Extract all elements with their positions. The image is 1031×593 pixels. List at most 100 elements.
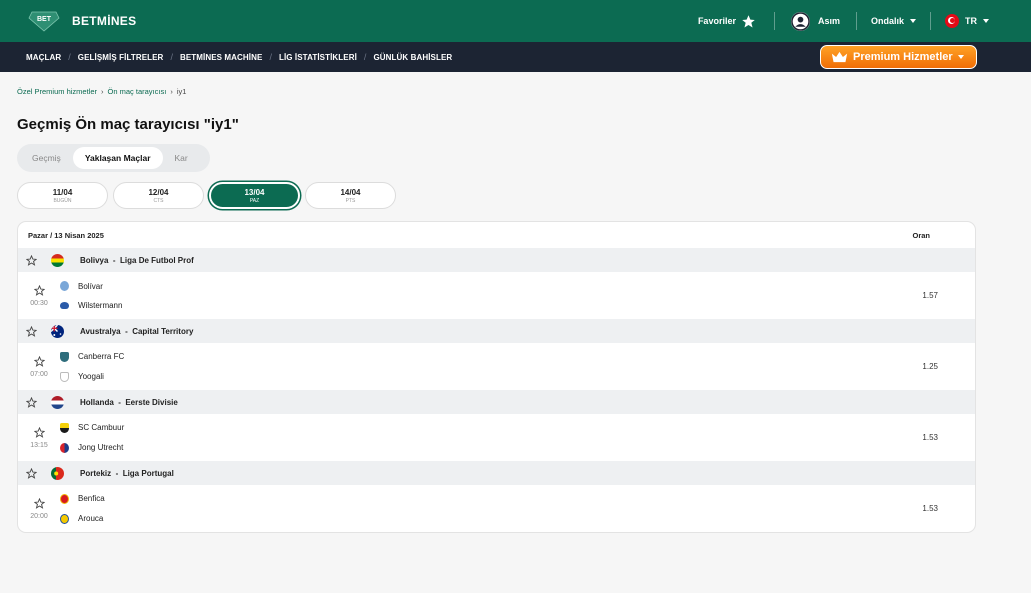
- odds-format-dropdown[interactable]: Ondalık: [857, 16, 930, 26]
- date-heading: Pazar / 13 Nisan 2025: [28, 230, 104, 240]
- star-filled-icon: [742, 14, 755, 27]
- odds-format-label: Ondalık: [870, 16, 904, 26]
- betmines-logo-icon: BET: [28, 10, 60, 32]
- date-pill-selected[interactable]: 13/04 PAZ: [209, 182, 300, 209]
- league-name: Capital Territory: [132, 326, 194, 336]
- star-outline-icon[interactable]: [33, 426, 45, 438]
- odds-value: 1.57: [922, 291, 938, 300]
- chevron-down-icon: [958, 55, 964, 59]
- brand-name: BETMİNES: [72, 14, 137, 28]
- away-team: Yoogali: [78, 372, 104, 381]
- match-time: 07:00: [30, 370, 48, 378]
- star-outline-icon[interactable]: [33, 284, 45, 296]
- league-country: Avustralya: [80, 326, 121, 336]
- home-team: SC Cambuur: [78, 423, 125, 432]
- star-outline-icon[interactable]: [26, 467, 37, 479]
- date-pill[interactable]: 14/04 PTS: [305, 182, 396, 209]
- breadcrumb: Özel Premium hizmetler › Ön maç tarayıcı…: [17, 87, 1014, 96]
- chevron-down-icon: [910, 19, 916, 23]
- star-outline-icon[interactable]: [26, 396, 37, 408]
- match-row[interactable]: 07:00 Canberra FC Yoogali 1.25: [18, 343, 975, 390]
- date-value: 14/04: [340, 187, 361, 197]
- australia-flag-icon: [51, 324, 64, 338]
- date-pill[interactable]: 11/04 BUGÜN: [17, 182, 108, 209]
- top-bar: BET BETMİNES Favoriler Asım Ondalık TR: [0, 0, 1031, 42]
- nav-item-advanced-filters[interactable]: GELİŞMİŞ FİLTRELER: [78, 53, 164, 62]
- away-team: Wilstermann: [78, 301, 123, 310]
- team-crest-icon: [60, 442, 69, 453]
- team-crest-icon: [60, 281, 69, 291]
- away-team: Jong Utrecht: [78, 443, 124, 452]
- match-time: 13:15: [30, 441, 48, 449]
- league-country: Bolivya: [80, 255, 109, 265]
- nav-separator: /: [68, 52, 71, 62]
- main-content: Özel Premium hizmetler › Ön maç tarayıcı…: [0, 87, 1031, 533]
- svg-text:BET: BET: [37, 16, 52, 23]
- league-row[interactable]: Hollanda - Eerste Divisie: [18, 390, 975, 414]
- nav-item-betmines-machine[interactable]: BETMİNES MACHİNE: [180, 53, 263, 62]
- date-day: BUGÜN: [53, 197, 72, 204]
- portugal-flag-icon: [51, 466, 64, 480]
- date-day: CTS: [153, 197, 164, 204]
- league-row[interactable]: Portekiz - Liga Portugal: [18, 461, 975, 485]
- league-row[interactable]: Bolivya - Liga De Futbol Prof: [18, 248, 975, 272]
- date-value: 11/04: [52, 187, 73, 197]
- match-row[interactable]: 20:00 Benfica Arouca 1.53: [18, 485, 975, 532]
- star-outline-icon[interactable]: [33, 497, 45, 509]
- date-value: 12/04: [148, 187, 169, 197]
- nav-separator: /: [363, 52, 367, 62]
- matches-card: Pazar / 13 Nisan 2025 Oran Bolivya - Lig…: [17, 221, 976, 533]
- tab-past[interactable]: Geçmiş: [20, 147, 73, 169]
- league-country: Portekiz: [80, 468, 112, 478]
- turkey-flag-icon: [945, 14, 959, 28]
- card-header: Pazar / 13 Nisan 2025 Oran: [18, 222, 975, 248]
- league-name: Eerste Divisie: [125, 397, 178, 407]
- nav-separator: /: [269, 52, 272, 62]
- breadcrumb-separator: ›: [170, 87, 173, 96]
- team-crest-icon: [60, 513, 69, 524]
- star-outline-icon[interactable]: [26, 254, 37, 266]
- odds-heading: Oran: [912, 230, 930, 240]
- premium-services-button[interactable]: Premium Hizmetler: [820, 45, 977, 69]
- language-label: TR: [965, 16, 977, 26]
- premium-label: Premium Hizmetler: [853, 51, 953, 63]
- match-time: 20:00: [30, 512, 48, 520]
- match-row[interactable]: 13:15 SC Cambuur Jong Utrecht 1.53: [18, 414, 975, 461]
- nav-item-matches[interactable]: MAÇLAR: [26, 53, 61, 62]
- date-selector: 11/04 BUGÜN 12/04 CTS 13/04 PAZ 14/04 PT…: [17, 182, 1014, 209]
- page-title: Geçmiş Ön maç tarayıcısı "iy1": [17, 116, 239, 133]
- language-dropdown[interactable]: TR: [931, 14, 1003, 28]
- team-crest-icon: [60, 493, 69, 504]
- date-day: PAZ: [249, 197, 260, 204]
- odds-value: 1.53: [922, 504, 938, 513]
- away-team: Arouca: [78, 514, 104, 523]
- view-tabs: Geçmiş Yaklaşan Maçlar Kar: [17, 144, 210, 172]
- league-name: Liga Portugal: [122, 468, 174, 478]
- date-pill[interactable]: 12/04 CTS: [113, 182, 204, 209]
- star-outline-icon[interactable]: [26, 325, 37, 337]
- nav-item-league-stats[interactable]: LİG İSTATİSTİKLERİ: [279, 53, 357, 62]
- tab-profit[interactable]: Kar: [163, 147, 200, 169]
- user-avatar-icon: [790, 11, 810, 31]
- tab-upcoming[interactable]: Yaklaşan Maçlar: [72, 147, 163, 169]
- odds-value: 1.53: [922, 433, 938, 442]
- team-crest-icon: [60, 351, 69, 362]
- favorites-link[interactable]: Favoriler: [698, 14, 774, 29]
- date-day: PTS: [345, 197, 356, 204]
- nav-item-daily-bets[interactable]: GÜNLÜK BAHİSLER: [373, 53, 452, 62]
- crown-icon: [831, 51, 848, 63]
- match-row[interactable]: 00:30 Bolívar Wilstermann 1.57: [18, 272, 975, 319]
- brand[interactable]: BET BETMİNES: [28, 10, 136, 32]
- star-outline-icon[interactable]: [33, 355, 45, 367]
- date-value: 13/04: [244, 187, 265, 197]
- bolivia-flag-icon: [51, 253, 64, 267]
- breadcrumb-item[interactable]: Ön maç tarayıcısı: [108, 87, 167, 96]
- user-name: Asım: [817, 16, 840, 26]
- league-country: Hollanda: [80, 397, 114, 407]
- league-row[interactable]: Avustralya - Capital Territory: [18, 319, 975, 343]
- breadcrumb-item[interactable]: Özel Premium hizmetler: [17, 87, 97, 96]
- team-crest-icon: [60, 302, 69, 309]
- user-menu[interactable]: Asım: [775, 11, 856, 31]
- team-crest-icon: [60, 371, 69, 382]
- league-name: Liga De Futbol Prof: [120, 255, 194, 265]
